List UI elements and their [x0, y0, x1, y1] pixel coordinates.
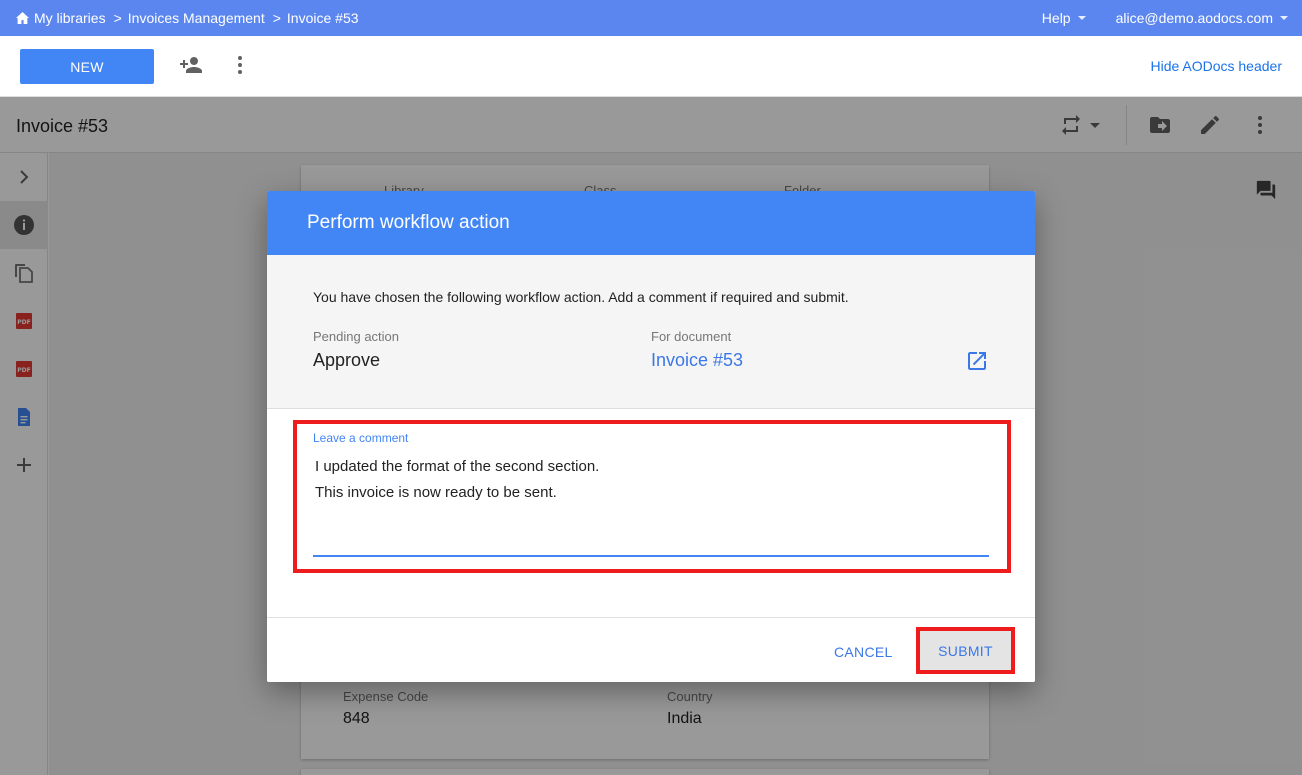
- open-in-new-icon[interactable]: [965, 349, 989, 373]
- new-button[interactable]: NEW: [20, 49, 154, 84]
- comment-label: Leave a comment: [313, 431, 409, 445]
- user-email: alice@demo.aodocs.com: [1115, 10, 1273, 26]
- breadcrumb-separator: >: [272, 10, 281, 26]
- breadcrumb: My libraries > Invoices Management > Inv…: [16, 0, 359, 36]
- hide-header-link[interactable]: Hide AODocs header: [1150, 58, 1282, 74]
- pending-action-value: Approve: [313, 350, 381, 370]
- cancel-button[interactable]: CANCEL: [834, 644, 893, 660]
- for-document-link[interactable]: Invoice #53: [651, 350, 743, 371]
- app-toolbar: NEW Hide AODocs header: [0, 36, 1302, 97]
- breadcrumb-separator: >: [113, 10, 122, 26]
- breadcrumb-document[interactable]: Invoice #53: [287, 10, 359, 26]
- pending-action-label: Pending action: [313, 329, 400, 344]
- comment-textarea[interactable]: I updated the format of the second secti…: [315, 454, 599, 506]
- home-icon[interactable]: [16, 12, 29, 24]
- top-bar: My libraries > Invoices Management > Inv…: [0, 0, 1302, 36]
- help-menu[interactable]: Help: [1042, 10, 1086, 26]
- breadcrumb-library[interactable]: Invoices Management: [128, 10, 265, 26]
- chevron-down-icon: [1077, 16, 1086, 20]
- workflow-action-dialog: Perform workflow action You have chosen …: [267, 191, 1035, 682]
- help-label: Help: [1041, 10, 1071, 26]
- chevron-down-icon: [1280, 16, 1288, 20]
- dialog-info-section: You have chosen the following workflow a…: [267, 255, 1035, 409]
- for-document-label: For document: [651, 329, 732, 344]
- dialog-intro-text: You have chosen the following workflow a…: [313, 289, 849, 305]
- submit-button[interactable]: SUBMIT: [920, 631, 1011, 670]
- comment-underline: [313, 555, 989, 557]
- add-person-icon[interactable]: [179, 53, 203, 77]
- more-vert-icon[interactable]: [228, 53, 252, 77]
- dialog-title: Perform workflow action: [267, 191, 1035, 255]
- dialog-footer: CANCEL SUBMIT: [267, 617, 1035, 682]
- comment-field-highlight: Leave a comment I updated the format of …: [293, 420, 1011, 573]
- user-menu[interactable]: alice@demo.aodocs.com: [1116, 10, 1288, 26]
- breadcrumb-my-libraries[interactable]: My libraries: [34, 10, 106, 26]
- submit-button-highlight: SUBMIT: [916, 627, 1015, 674]
